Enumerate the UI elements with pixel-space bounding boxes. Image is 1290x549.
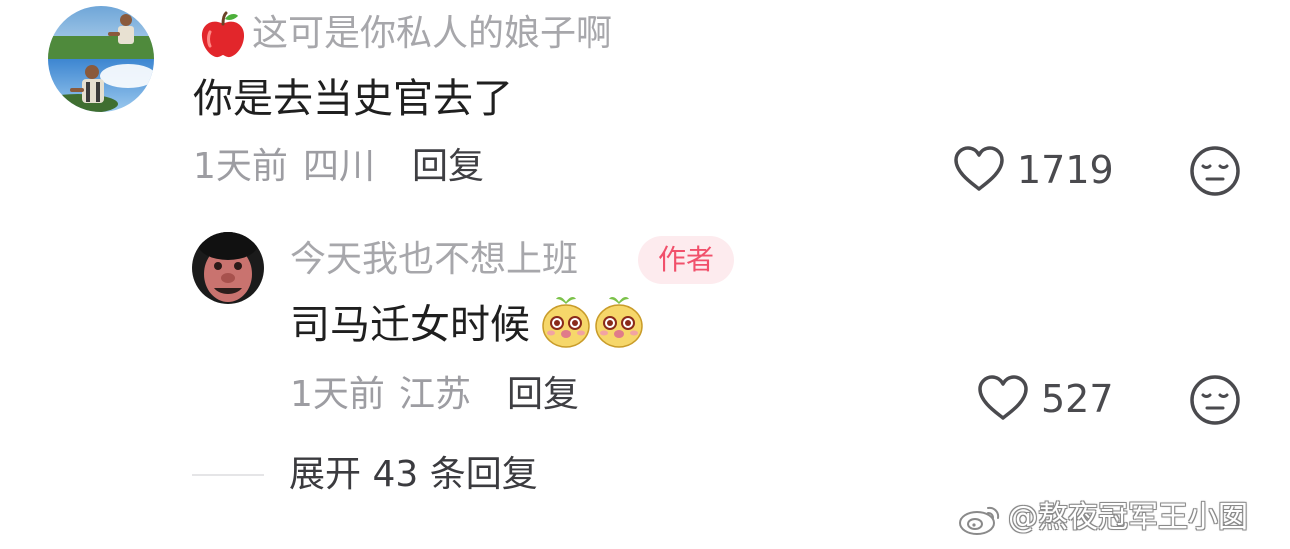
avatar-icon [192,232,264,304]
comment-text: 你是去当史官去了 [193,76,513,122]
avatar-icon [48,6,154,112]
like-count: 527 [1041,377,1114,421]
cute-face-icon [541,294,591,350]
reply-location: 江苏 [399,374,472,415]
comment-section: 这可是你私人的娘子啊 你是去当史官去了 1天前 四川 回复 1719 今天我也不… [0,0,1290,549]
neutral-face-icon [1190,146,1240,196]
weibo-icon [958,502,1002,536]
comment-time: 1天前 [193,146,288,187]
comment-location: 四川 [303,146,376,187]
like-count: 1719 [1017,148,1114,192]
expand-divider [192,474,264,476]
apple-icon [198,10,248,60]
reply-time: 1天前 [290,374,385,415]
heart-icon [954,146,1004,191]
reply-button[interactable]: 回复 [412,149,484,185]
reply-button[interactable]: 回复 [507,377,579,413]
reply-text: 司马迁女时候 [290,302,530,348]
like-button[interactable] [977,374,1029,422]
commenter-username[interactable]: 这可是你私人的娘子啊 [252,16,612,52]
replier-username[interactable]: 今天我也不想上班 [290,242,578,278]
cute-face-icon [594,294,644,350]
dislike-button[interactable] [1189,145,1241,197]
watermark-text: @熬夜冠军王小囡 [1008,500,1248,535]
author-badge: 作者 [638,236,734,284]
expand-replies-button[interactable]: 展开 43 条回复 [289,457,538,493]
neutral-face-icon [1190,375,1240,425]
heart-icon [978,375,1028,420]
replier-avatar[interactable] [192,232,264,304]
commenter-avatar[interactable] [48,6,154,112]
dislike-button[interactable] [1189,374,1241,426]
like-button[interactable] [953,145,1005,193]
